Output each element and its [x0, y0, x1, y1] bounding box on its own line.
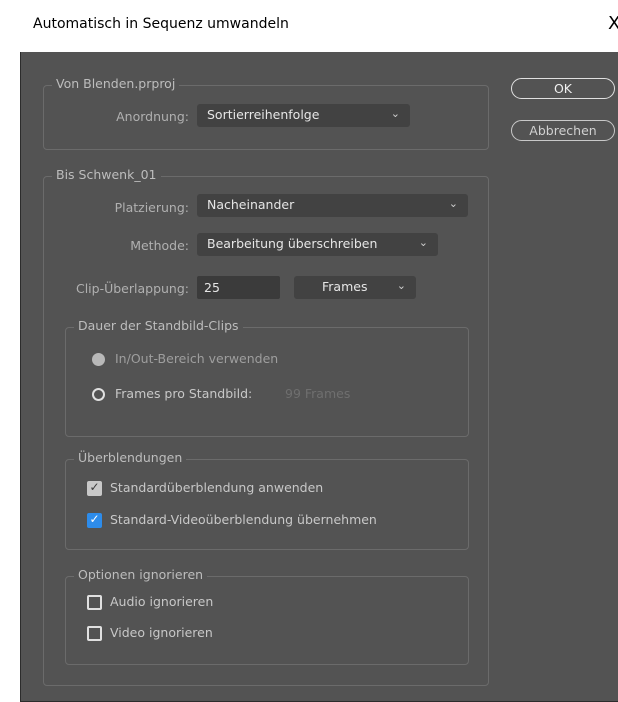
inout-option-label: In/Out-Bereich verwenden [115, 351, 279, 366]
method-select[interactable]: Bearbeitung überschreiben ⌄ [197, 233, 438, 256]
frames-per-still-label: Frames pro Standbild: [115, 386, 253, 401]
order-select[interactable]: Sortierreihenfolge ⌄ [197, 104, 410, 127]
audio-transition-label: Standardüberblendung anwenden [110, 480, 324, 495]
checkmark-icon: ✓ [89, 480, 100, 494]
frames-per-still-radio[interactable] [92, 388, 105, 401]
chevron-down-icon: ⌄ [418, 236, 428, 249]
source-group-legend: Von Blenden.prproj [52, 76, 180, 91]
placement-select[interactable]: Nacheinander ⌄ [197, 194, 468, 217]
frames-per-still-value: 99 Frames [285, 386, 351, 401]
ok-button[interactable]: OK [511, 78, 615, 99]
overlap-label: Clip-Überlappung: [75, 281, 189, 296]
method-select-value: Bearbeitung überschreiben [207, 236, 378, 251]
close-icon[interactable]: X [608, 13, 618, 34]
chevron-down-icon: ⌄ [390, 107, 400, 120]
chevron-down-icon: ⌄ [448, 197, 458, 210]
dialog-body: OK Abbrechen Von Blenden.prproj Anordnun… [20, 52, 618, 702]
window-left-edge [0, 52, 20, 701]
ignore-video-checkbox[interactable] [87, 626, 102, 641]
ignore-video-label: Video ignorieren [110, 625, 213, 640]
overlap-unit-value: Frames [322, 279, 368, 294]
ignore-options-legend: Optionen ignorieren [74, 567, 208, 582]
video-transition-checkbox[interactable]: ✓ [87, 513, 102, 528]
title-bar: Automatisch in Sequenz umwandeln X [0, 0, 618, 52]
target-group-legend: Bis Schwenk_01 [52, 167, 161, 182]
method-label: Methode: [130, 238, 189, 253]
video-transition-label: Standard-Videoüberblendung übernehmen [110, 512, 377, 527]
cancel-button[interactable]: Abbrechen [511, 120, 615, 141]
placement-select-value: Nacheinander [207, 197, 295, 212]
audio-transition-checkbox[interactable]: ✓ [87, 481, 102, 496]
ignore-audio-label: Audio ignorieren [110, 594, 214, 609]
overlap-input[interactable]: 25 [197, 276, 280, 299]
ignore-options-group: Optionen ignorieren [65, 567, 469, 665]
placement-label: Platzierung: [114, 200, 189, 215]
ignore-audio-checkbox[interactable] [87, 595, 102, 610]
transitions-legend: Überblendungen [74, 450, 187, 465]
checkmark-icon: ✓ [89, 512, 100, 526]
inout-radio[interactable] [92, 353, 105, 366]
order-select-value: Sortierreihenfolge [207, 107, 320, 122]
order-label: Anordnung: [116, 109, 189, 124]
still-duration-group: Dauer der Standbild-Clips [65, 318, 469, 437]
transitions-group: Überblendungen [65, 450, 469, 550]
still-duration-legend: Dauer der Standbild-Clips [74, 318, 243, 333]
overlap-unit-select[interactable]: Frames ⌄ [294, 276, 416, 299]
chevron-down-icon: ⌄ [396, 279, 406, 292]
window-title: Automatisch in Sequenz umwandeln [33, 16, 289, 32]
